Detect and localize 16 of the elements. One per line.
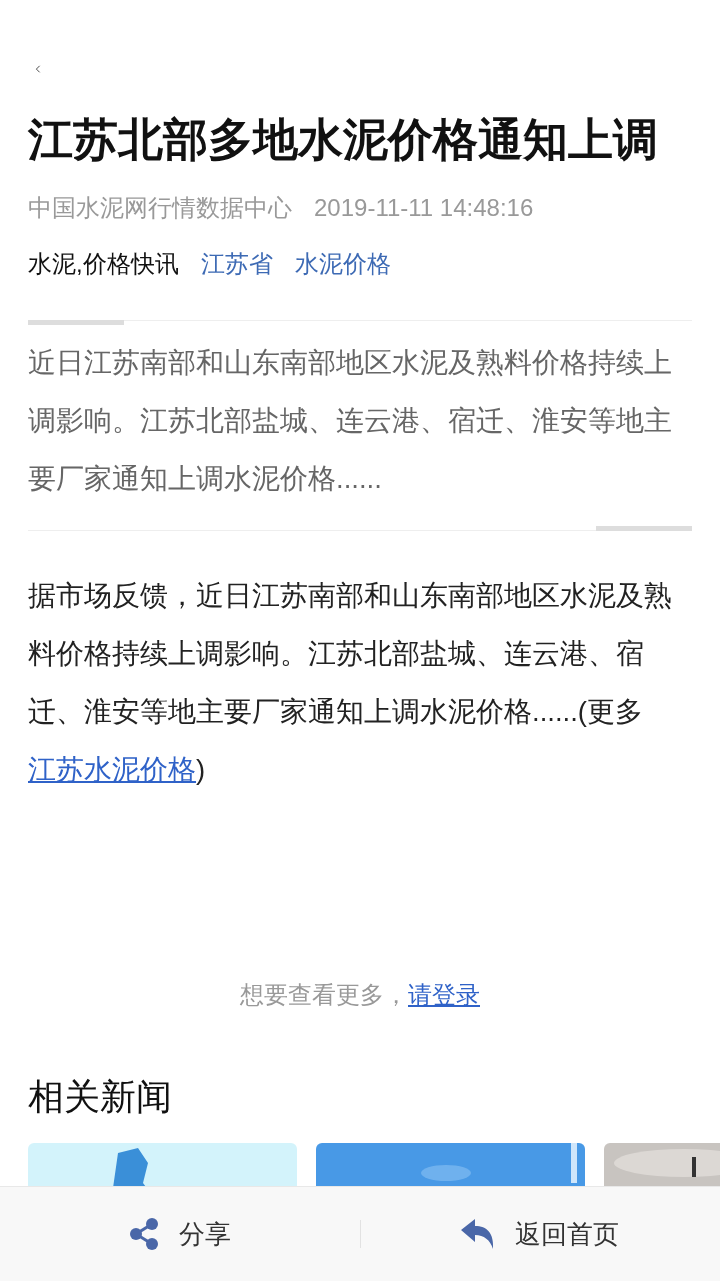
- source-text: 中国水泥网行情数据中心: [28, 193, 292, 224]
- tag-link[interactable]: 水泥价格: [294, 248, 391, 281]
- category-text: 水泥,价格快讯: [28, 249, 179, 280]
- more-link[interactable]: 江苏水泥价格: [28, 753, 196, 785]
- login-link[interactable]: 请登录: [408, 980, 480, 1008]
- article-title: 江苏北部多地水泥价格通知上调: [28, 113, 659, 168]
- share-icon: [128, 1218, 159, 1250]
- body-paragraph: 据市场反馈，近日江苏南部和山东南部地区水泥及熟料价格持续上调影响。江苏北部盐城、连云港、宿迁、淮安等地主要厂家通知上调水泥价格......(更多 江苏水泥价格): [28, 578, 673, 787]
- tag-link[interactable]: 江苏省: [200, 248, 273, 281]
- date-text: 2019-11-11 14:48:16: [314, 193, 534, 224]
- home-button[interactable]: 返回首页: [360, 1215, 720, 1253]
- summary-text: 近日江苏南部和山东南部地区水泥及熟料价格持续上调影响。江苏北部盐城、连云港、宿迁、淮安等地主要厂家通知上调水泥价格......: [28, 346, 673, 497]
- share-button[interactable]: 分享: [0, 1215, 360, 1253]
- reply-arrow-icon: [461, 1219, 496, 1249]
- login-prompt: 想要查看更多，请登录: [239, 979, 481, 1010]
- related-news-heading: 相关新闻: [28, 1074, 173, 1119]
